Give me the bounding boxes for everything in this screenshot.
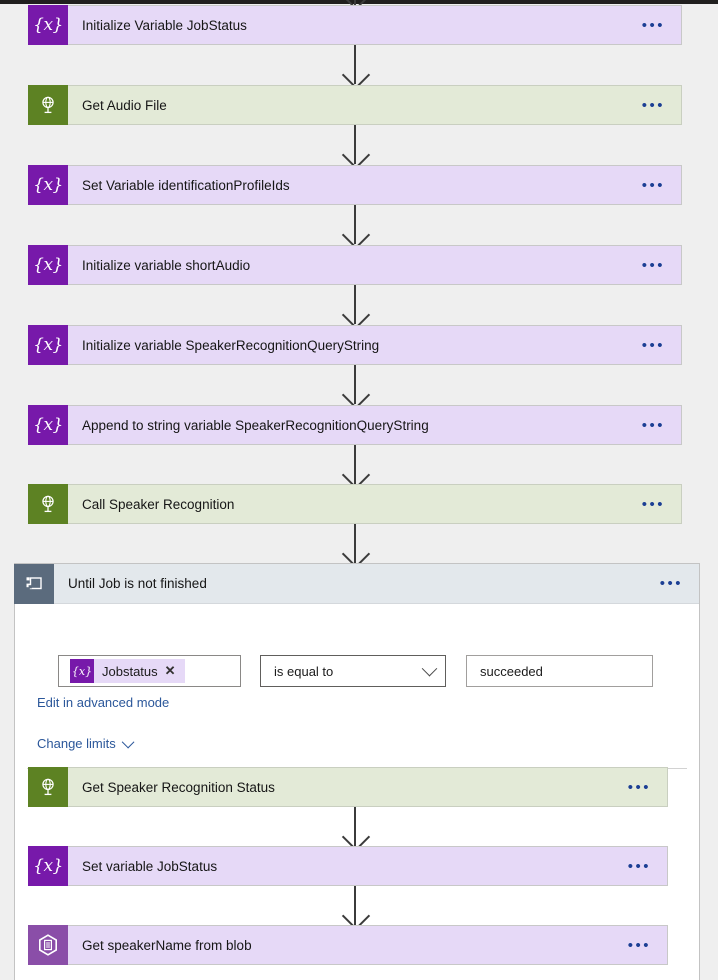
overflow-menu-icon[interactable]: •••	[642, 178, 681, 193]
condition-operator-value: is equal to	[274, 664, 333, 679]
change-limits-label: Change limits	[37, 736, 116, 751]
overflow-menu-icon[interactable]: •••	[660, 576, 699, 591]
close-icon[interactable]: ✕	[165, 663, 185, 679]
action-card-get-speaker-recognition-status[interactable]: Get Speaker Recognition Status •••	[28, 767, 668, 807]
edit-in-advanced-mode-link[interactable]: Edit in advanced mode	[37, 695, 169, 710]
variable-token[interactable]: {x} Jobstatus ✕	[70, 659, 185, 683]
action-card-set-variable-identificationprofileids[interactable]: {x} Set Variable identificationProfileId…	[28, 165, 682, 205]
condition-value-input[interactable]: succeeded	[466, 655, 653, 687]
variable-glyph: {x}	[33, 417, 63, 434]
connector-arrow-2	[354, 125, 356, 164]
variable-icon: {x}	[28, 846, 68, 886]
overflow-menu-icon[interactable]: •••	[642, 98, 681, 113]
connector-arrow-4	[354, 285, 356, 324]
connector-arrow-6	[354, 445, 356, 484]
action-card-call-speaker-recognition[interactable]: Call Speaker Recognition •••	[28, 484, 682, 524]
action-card-append-to-string-variable-speakerrecognitionquerystring[interactable]: {x} Append to string variable SpeakerRec…	[28, 405, 682, 445]
connector-arrow-8	[354, 807, 356, 846]
overflow-menu-icon[interactable]: •••	[642, 338, 681, 353]
connector-arrow-9	[354, 886, 356, 925]
variable-glyph: {x}	[33, 17, 63, 34]
action-card-initialize-variable-jobstatus[interactable]: {x} Initialize Variable JobStatus •••	[28, 5, 682, 45]
variable-glyph: {x}	[72, 665, 92, 678]
overflow-menu-icon[interactable]: •••	[642, 18, 681, 33]
http-globe-icon	[28, 85, 68, 125]
condition-left-operand-field[interactable]: {x} Jobstatus ✕	[58, 655, 241, 687]
until-loop-title: Until Job is not finished	[54, 576, 207, 591]
action-card-label: Call Speaker Recognition	[68, 497, 234, 512]
action-card-label: Get Audio File	[68, 98, 167, 113]
azure-function-icon	[28, 925, 68, 965]
action-card-initialize-variable-speakerrecognitionquerystring[interactable]: {x} Initialize variable SpeakerRecogniti…	[28, 325, 682, 365]
connector-arrow-5	[354, 365, 356, 404]
until-condition-row: {x} Jobstatus ✕ is equal to succeeded	[58, 655, 653, 687]
variable-token-label: Jobstatus	[94, 664, 165, 679]
action-card-label: Set variable JobStatus	[68, 859, 217, 874]
chevron-down-icon	[121, 736, 134, 749]
variable-icon: {x}	[28, 5, 68, 45]
variable-icon: {x}	[28, 165, 68, 205]
overflow-menu-icon[interactable]: •••	[642, 497, 681, 512]
overflow-menu-icon[interactable]: •••	[628, 859, 667, 874]
chevron-down-icon	[422, 660, 438, 676]
overflow-menu-icon[interactable]: •••	[642, 258, 681, 273]
action-card-get-speakername-from-blob[interactable]: Get speakerName from blob •••	[28, 925, 668, 965]
condition-value-text: succeeded	[480, 664, 543, 679]
http-globe-icon	[28, 484, 68, 524]
overflow-menu-icon[interactable]: •••	[628, 938, 667, 953]
variable-glyph: {x}	[33, 177, 63, 194]
change-limits-toggle[interactable]: Change limits	[37, 736, 134, 751]
action-card-initialize-variable-shortaudio[interactable]: {x} Initialize variable shortAudio •••	[28, 245, 682, 285]
action-card-set-variable-jobstatus[interactable]: {x} Set variable JobStatus •••	[28, 846, 668, 886]
action-card-label: Get speakerName from blob	[68, 938, 252, 953]
http-globe-icon	[28, 767, 68, 807]
variable-icon: {x}	[28, 245, 68, 285]
connector-arrow-1	[354, 45, 356, 84]
action-card-label: Append to string variable SpeakerRecogni…	[68, 418, 429, 433]
variable-icon: {x}	[28, 405, 68, 445]
variable-glyph: {x}	[33, 257, 63, 274]
connector-arrow-3	[354, 205, 356, 244]
variable-icon: {x}	[28, 325, 68, 365]
action-card-label: Set Variable identificationProfileIds	[68, 178, 290, 193]
overflow-menu-icon[interactable]: •••	[628, 780, 667, 795]
variable-icon: {x}	[70, 659, 94, 683]
until-loop-header[interactable]: Until Job is not finished •••	[15, 564, 699, 604]
variable-glyph: {x}	[33, 858, 63, 875]
action-card-label: Initialize variable shortAudio	[68, 258, 250, 273]
variable-glyph: {x}	[33, 337, 63, 354]
overflow-menu-icon[interactable]: •••	[642, 418, 681, 433]
action-card-label: Initialize variable SpeakerRecognitionQu…	[68, 338, 379, 353]
action-card-label: Get Speaker Recognition Status	[68, 780, 275, 795]
action-card-get-audio-file[interactable]: Get Audio File •••	[28, 85, 682, 125]
action-card-label: Initialize Variable JobStatus	[68, 18, 247, 33]
condition-operator-select[interactable]: is equal to	[260, 655, 446, 687]
connector-arrow-7	[354, 524, 356, 563]
until-loop-icon	[14, 564, 54, 604]
